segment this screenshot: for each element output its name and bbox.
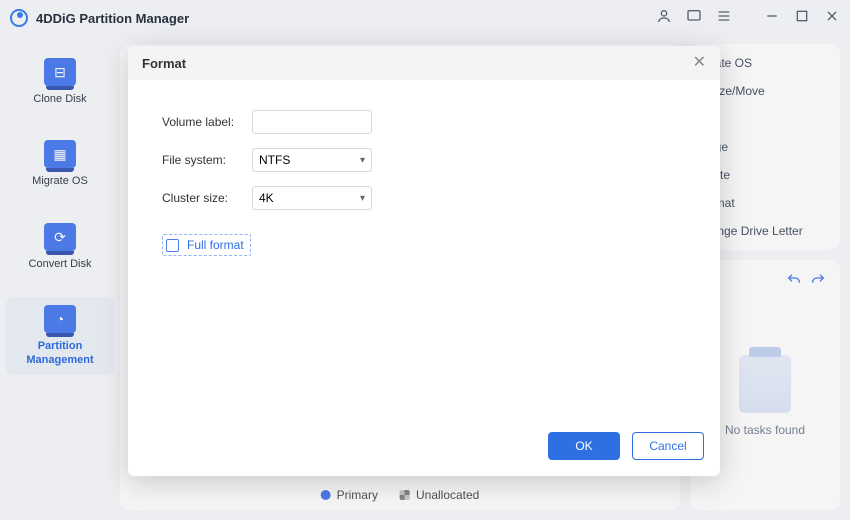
volume-label-input[interactable] xyxy=(252,110,372,134)
cancel-button[interactable]: Cancel xyxy=(632,432,704,460)
modal-header: Format ✕ xyxy=(128,46,720,80)
file-system-label: File system: xyxy=(162,153,252,167)
cluster-size-label: Cluster size: xyxy=(162,191,252,205)
modal-body: Volume label: File system: NTFS Cluster … xyxy=(128,80,720,420)
full-format-row[interactable]: Full format xyxy=(162,234,251,256)
cluster-size-value: 4K xyxy=(259,191,274,205)
modal-footer: OK Cancel xyxy=(128,420,720,476)
file-system-value: NTFS xyxy=(259,153,290,167)
close-icon[interactable]: ✕ xyxy=(693,55,706,71)
full-format-checkbox[interactable] xyxy=(166,239,179,252)
cluster-size-select[interactable]: 4K xyxy=(252,186,372,210)
file-system-select[interactable]: NTFS xyxy=(252,148,372,172)
volume-label-label: Volume label: xyxy=(162,115,252,129)
full-format-label: Full format xyxy=(187,238,244,252)
ok-button[interactable]: OK xyxy=(548,432,620,460)
modal-title: Format xyxy=(142,56,186,71)
format-modal: Format ✕ Volume label: File system: NTFS… xyxy=(128,46,720,476)
